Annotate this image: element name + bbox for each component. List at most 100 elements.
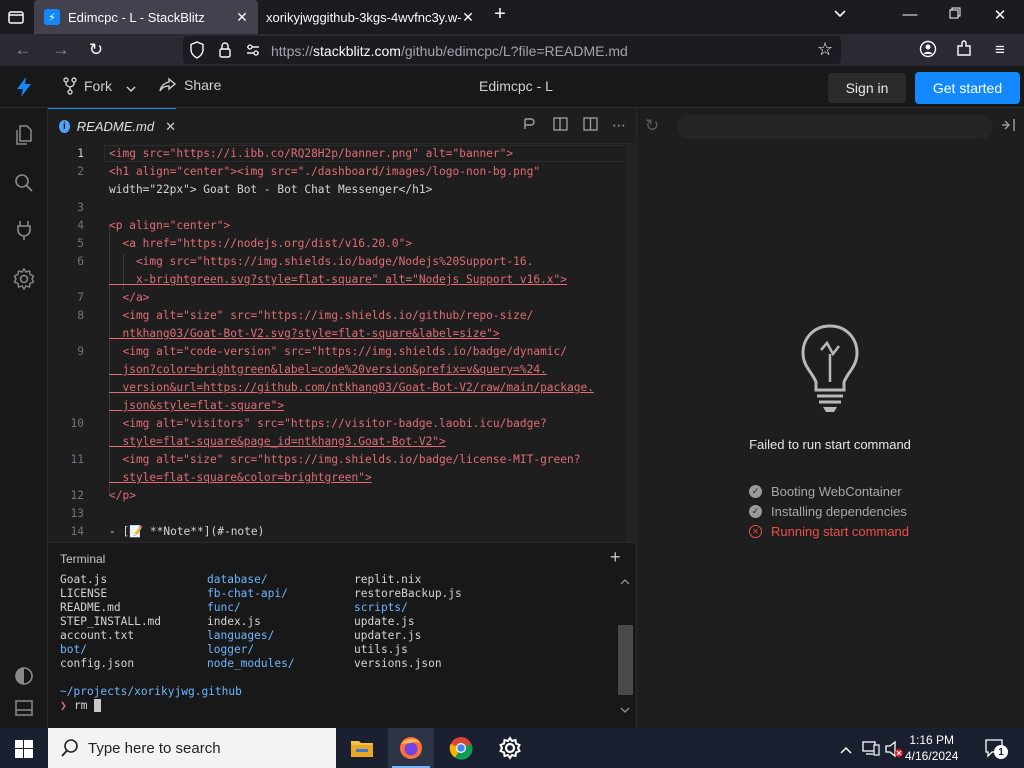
project-title: Edimcpc - L [479, 78, 553, 94]
network-icon[interactable] [862, 740, 880, 761]
tray-overflow-chevron-icon[interactable] [840, 742, 852, 760]
code-line: style=flat-square&color=brightgreen"> [109, 471, 372, 484]
share-button[interactable]: Share [159, 77, 221, 93]
terminal-entry: func/ [207, 601, 241, 614]
terminal-entry: STEP_INSTALL.md [60, 615, 162, 628]
status-label: Running start command [771, 524, 910, 539]
hamburger-menu-icon[interactable]: ≡ [989, 40, 1011, 60]
plug-icon[interactable] [12, 218, 36, 242]
minimize-window-icon[interactable]: — [900, 6, 920, 23]
account-icon[interactable] [917, 40, 939, 63]
browser-tab-strip: ⚡ Edimcpc - L - StackBlitz ✕ xorikyjwggi… [0, 0, 1024, 34]
terminal-entry: index.js [207, 615, 261, 628]
terminal-entry: replit.nix [354, 573, 422, 586]
browser-tab[interactable]: xorikyjwggithub-3kgs-4wvfnc3y.w-c ✕ [262, 0, 484, 34]
reload-icon[interactable]: ↻ [85, 40, 107, 60]
new-tab-icon[interactable]: + [490, 3, 510, 26]
restore-window-icon[interactable] [945, 6, 965, 23]
status-step-running: ✕ Running start command [749, 524, 909, 539]
tab-overflow-chevron-icon[interactable] [830, 6, 850, 24]
preview-reload-icon[interactable]: ↻ [645, 116, 659, 136]
tab-title: xorikyjwggithub-3kgs-4wvfnc3y.w-c [266, 9, 462, 25]
code-line: <a href="https://nodejs.org/dist/v16.20.… [109, 237, 413, 250]
theme-toggle-icon[interactable] [12, 664, 36, 688]
terminal-entry: node_modules/ [207, 657, 295, 670]
split-editor-icon[interactable] [581, 117, 599, 134]
clock-time: 1:16 PM [909, 733, 955, 747]
code-line: <img src="https://img.shields.io/badge/N… [109, 255, 534, 268]
terminal-entry: config.json [60, 657, 135, 670]
sign-in-button[interactable]: Sign in [828, 73, 906, 103]
preview-toolbar: ↻ [637, 108, 1024, 144]
close-tab-icon[interactable]: ✕ [460, 9, 476, 26]
terminal-entry: restoreBackup.js [354, 587, 462, 600]
windows-start-icon[interactable] [15, 740, 33, 763]
terminal-panel[interactable]: Terminal + Goat.js LICENSE README.md STE… [48, 542, 635, 728]
line-number: 5 [77, 237, 84, 250]
url-path: /github/edimcpc/L?file=README.md [400, 43, 628, 59]
terminal-scroll-up-icon[interactable] [620, 573, 630, 591]
settings-gear-icon[interactable] [12, 267, 36, 291]
terminal-scrollbar-thumb[interactable] [618, 625, 633, 695]
back-arrow-icon[interactable]: ← [12, 40, 34, 60]
collapse-panel-icon[interactable] [1001, 118, 1017, 137]
chrome-icon[interactable] [447, 734, 475, 762]
terminal-entry: versions.json [354, 657, 442, 670]
tracking-shield-icon[interactable] [189, 41, 205, 64]
volume-muted-icon[interactable] [884, 740, 904, 763]
notification-count: 1 [994, 745, 1008, 759]
terminal-title: Terminal [60, 552, 106, 566]
terminal-prompt-symbol: ❯ [60, 699, 67, 712]
extensions-icon[interactable] [953, 40, 975, 63]
terminal-entry: utils.js [354, 643, 408, 656]
file-explorer-icon[interactable] [348, 734, 376, 762]
close-editor-tab-icon[interactable]: ✕ [165, 119, 176, 135]
share-label: Share [184, 77, 222, 93]
terminal-command[interactable]: rm [74, 699, 87, 712]
lock-icon[interactable] [218, 41, 232, 64]
permissions-icon[interactable] [245, 42, 261, 63]
line-number: 3 [77, 201, 84, 214]
taskbar-search-placeholder: Type here to search [88, 739, 221, 757]
code-editor[interactable]: 1 2 3 4 5 6 7 8 9 10 11 12 13 14 <img sr… [48, 144, 635, 542]
close-window-icon[interactable]: ✕ [990, 6, 1010, 24]
fork-button[interactable]: Fork [62, 77, 112, 95]
editor-tab-readme[interactable]: i README.md ✕ [48, 108, 176, 144]
stackblitz-logo-icon[interactable] [14, 76, 34, 103]
settings-gear-icon[interactable] [496, 734, 524, 762]
taskbar-search-box[interactable]: Type here to search [48, 728, 336, 768]
preview-split-icon[interactable] [551, 117, 569, 134]
firefox-taskbar-button[interactable] [388, 728, 434, 768]
code-line: </p> [109, 489, 136, 502]
check-circle-icon: ✓ [749, 505, 762, 518]
terminal-entry: scripts/ [354, 601, 408, 614]
editor-scrollbar[interactable] [626, 144, 635, 542]
get-started-button[interactable]: Get started [915, 72, 1020, 104]
terminal-scroll-down-icon[interactable] [620, 701, 630, 719]
taskbar-clock[interactable]: 1:16 PM 4/16/2024 [905, 732, 958, 764]
code-line: <h1 align="center"><img src="./dashboard… [109, 165, 541, 178]
files-icon[interactable] [12, 123, 36, 147]
close-tab-icon[interactable]: ✕ [234, 9, 250, 26]
forward-arrow-icon[interactable]: → [50, 40, 72, 60]
browser-tab-active[interactable]: ⚡ Edimcpc - L - StackBlitz ✕ [34, 0, 258, 34]
more-actions-icon[interactable]: ⋯ [610, 117, 628, 134]
new-terminal-plus-icon[interactable]: + [610, 547, 621, 568]
line-number: 2 [77, 165, 84, 178]
terminal-entry: logger/ [207, 643, 255, 656]
terminal-entry: database/ [207, 573, 268, 586]
url-text[interactable]: https://stackblitz.com/github/edimcpc/L?… [271, 43, 628, 59]
layout-panel-icon[interactable] [12, 696, 36, 720]
address-bar[interactable]: https://stackblitz.com/github/edimcpc/L?… [183, 36, 841, 64]
notification-center-icon[interactable]: 1 [984, 738, 1008, 763]
preview-url-input[interactable] [677, 115, 993, 139]
firefox-icon [400, 737, 422, 759]
bookmark-star-icon[interactable]: ☆ [817, 39, 833, 60]
fork-dropdown-chevron-icon[interactable] [125, 81, 137, 99]
search-icon[interactable] [12, 171, 36, 195]
line-number: 9 [77, 345, 84, 358]
code-line: <p align="center"> [109, 219, 231, 232]
format-icon[interactable] [520, 117, 538, 134]
tab-list-icon[interactable] [7, 8, 25, 26]
code-line: json&style=flat-square"> [109, 399, 285, 412]
